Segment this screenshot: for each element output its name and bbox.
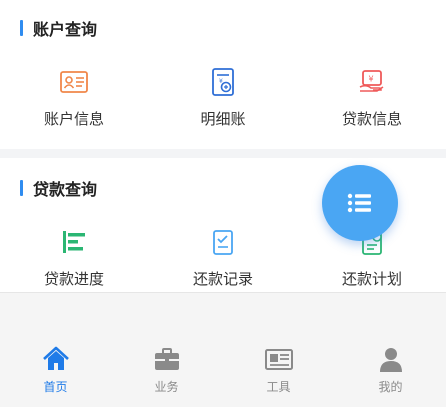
account-query-card: 账户查询 账户信息 ¥ 明细账 ¥ 贷款信息: [0, 0, 446, 149]
repayment-record-label: 还款记录: [192, 270, 253, 288]
loan-bill-icon: ¥: [359, 70, 384, 92]
loan-progress-button[interactable]: 贷款进度: [0, 227, 148, 289]
floating-menu-button[interactable]: [322, 165, 398, 241]
bottom-tab-bar: 首页 业务 工具 我的: [0, 292, 446, 407]
progress-bars-icon: [63, 231, 85, 253]
tab-tools-label: 工具: [266, 380, 291, 394]
section-title-account-query: 账户查询: [20, 16, 97, 40]
section-accent-bar: [20, 180, 23, 196]
id-card-icon: [60, 71, 88, 93]
section-title-text: 账户查询: [33, 20, 98, 39]
section-title-loan-query: 贷款查询: [20, 176, 97, 200]
tab-tools[interactable]: 工具: [223, 345, 334, 395]
home-icon: [42, 346, 69, 370]
briefcase-icon: [154, 348, 179, 370]
ledger-detail-label: 明细账: [200, 110, 246, 128]
tab-home-label: 首页: [43, 380, 68, 394]
loan-progress-label: 贷款进度: [43, 270, 104, 288]
user-icon: [379, 348, 402, 372]
tab-mine[interactable]: 我的: [335, 345, 446, 395]
account-info-label: 账户信息: [43, 110, 104, 128]
list-icon: [347, 193, 371, 213]
clipboard-check-icon: [213, 230, 233, 255]
ledger-document-icon: ¥: [212, 68, 234, 96]
tab-business-label: 业务: [154, 380, 179, 394]
loan-info-label: 贷款信息: [341, 110, 402, 128]
repayment-plan-label: 还款计划: [341, 270, 402, 288]
newspaper-icon: [264, 349, 293, 370]
section-accent-bar: [20, 20, 23, 36]
tab-home[interactable]: 首页: [0, 345, 111, 395]
section-title-text: 贷款查询: [33, 180, 98, 199]
tab-business[interactable]: 业务: [111, 345, 222, 395]
repayment-record-button[interactable]: 还款记录: [149, 227, 297, 289]
loan-info-button[interactable]: ¥ 贷款信息: [298, 67, 446, 129]
svg-text:¥: ¥: [369, 75, 374, 84]
account-info-button[interactable]: 账户信息: [0, 67, 148, 129]
tab-mine-label: 我的: [378, 380, 403, 394]
ledger-detail-button[interactable]: ¥ 明细账: [149, 67, 297, 129]
